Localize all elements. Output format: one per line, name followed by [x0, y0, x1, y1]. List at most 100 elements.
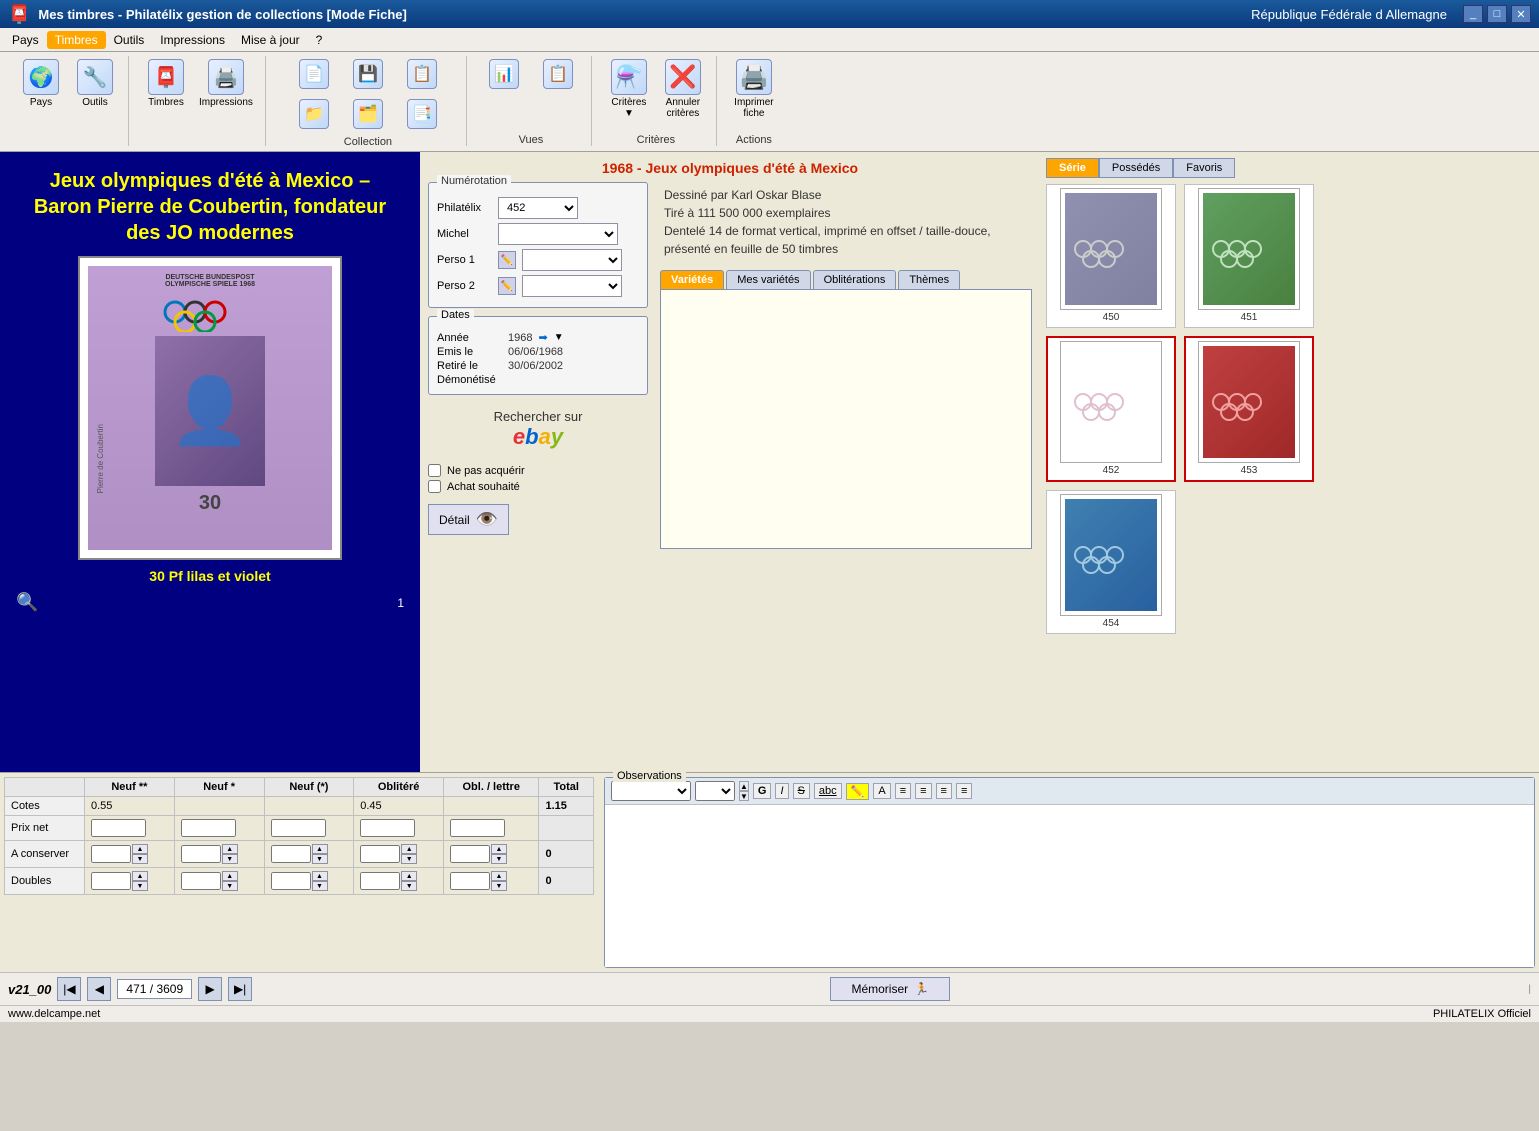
- obs-size-select[interactable]: [695, 781, 735, 801]
- michel-select[interactable]: [498, 223, 618, 245]
- menu-impressions[interactable]: Impressions: [152, 31, 233, 49]
- annee-arrow-icon[interactable]: ➡: [538, 331, 547, 344]
- annee-dropdown-icon[interactable]: ▼: [554, 332, 564, 343]
- aconserver-oblitere-up[interactable]: ▲: [401, 844, 417, 854]
- stamp-thumb-453[interactable]: 453: [1184, 336, 1314, 482]
- perso2-edit-button[interactable]: ✏️: [498, 277, 516, 295]
- nav-prev-button[interactable]: ◀: [87, 977, 111, 1001]
- doubles-oblitere-input[interactable]: [360, 872, 400, 890]
- zoom-icon[interactable]: 🔍: [16, 592, 38, 613]
- toolbar-outils-button[interactable]: 🔧 Outils: [70, 56, 120, 111]
- obs-strikethrough-btn[interactable]: S: [793, 783, 810, 799]
- achat-souhaite-checkbox[interactable]: [428, 480, 441, 493]
- aconserver-neuf1-input[interactable]: [181, 845, 221, 863]
- aconserver-neuf2-input[interactable]: [91, 845, 131, 863]
- doubles-oblitere-up[interactable]: ▲: [401, 871, 417, 881]
- stamp-thumb-450[interactable]: 450: [1046, 184, 1176, 328]
- aconserver-obl-up[interactable]: ▲: [491, 844, 507, 854]
- aconserver-neuf1-down[interactable]: ▼: [222, 854, 238, 864]
- doubles-neufp-down[interactable]: ▼: [312, 881, 328, 891]
- toolbar-imprimer-button[interactable]: 🖨️ Imprimerfiche: [729, 56, 779, 122]
- perso1-edit-button[interactable]: ✏️: [498, 251, 516, 269]
- doubles-obl-down[interactable]: ▼: [491, 881, 507, 891]
- stamp-thumb-451[interactable]: 451: [1184, 184, 1314, 328]
- philatelix-select[interactable]: 452: [498, 197, 578, 219]
- nav-last-button[interactable]: ▶|: [228, 977, 252, 1001]
- obs-justify-btn[interactable]: ≡: [956, 783, 972, 799]
- aconserver-neufp-up[interactable]: ▲: [312, 844, 328, 854]
- toolbar-collection-btn1[interactable]: 📄: [289, 56, 339, 92]
- perso1-select[interactable]: [522, 249, 622, 271]
- obs-align-center-btn[interactable]: ≡: [915, 783, 931, 799]
- memorize-button[interactable]: Mémoriser 🏃: [830, 977, 950, 1001]
- obs-content-area[interactable]: [605, 805, 1534, 967]
- toolbar-collection-btn3[interactable]: 📋: [397, 56, 447, 92]
- aconserver-neufp-input[interactable]: [271, 845, 311, 863]
- tab-varietes[interactable]: Variétés: [660, 270, 724, 289]
- toolbar-collection-btn5[interactable]: 🗂️: [343, 96, 393, 132]
- obs-color-btn[interactable]: A: [873, 783, 890, 799]
- doubles-neufp-up[interactable]: ▲: [312, 871, 328, 881]
- ne-pas-acquerir-checkbox[interactable]: [428, 464, 441, 477]
- toolbar-vues-btn2[interactable]: 📋: [533, 56, 583, 92]
- ebay-logo[interactable]: ebay: [434, 424, 642, 450]
- doubles-neuf1-up[interactable]: ▲: [222, 871, 238, 881]
- menu-pays[interactable]: Pays: [4, 31, 47, 49]
- menu-outils[interactable]: Outils: [106, 31, 153, 49]
- aconserver-oblitere-down[interactable]: ▼: [401, 854, 417, 864]
- series-tab-favoris[interactable]: Favoris: [1173, 158, 1235, 178]
- prixnet-neuf2-input[interactable]: [91, 819, 146, 837]
- obs-font-select[interactable]: [611, 781, 691, 801]
- doubles-neuf2-up[interactable]: ▲: [132, 871, 148, 881]
- toolbar-annuler-criteres-button[interactable]: ❌ Annulercritères: [658, 56, 708, 122]
- aconserver-neuf2-down[interactable]: ▼: [132, 854, 148, 864]
- close-button[interactable]: ✕: [1511, 5, 1531, 23]
- doubles-neuf1-down[interactable]: ▼: [222, 881, 238, 891]
- toolbar-impressions-button[interactable]: 🖨️ Impressions: [195, 56, 257, 111]
- obs-highlight-btn[interactable]: ✏️: [846, 783, 870, 800]
- obs-align-right-btn[interactable]: ≡: [936, 783, 952, 799]
- prixnet-oblitere-input[interactable]: [360, 819, 415, 837]
- toolbar-criteres-button[interactable]: ⚗️ Critères▼: [604, 56, 654, 122]
- tab-obliterations[interactable]: Oblitérations: [813, 270, 897, 289]
- series-tab-serie[interactable]: Série: [1046, 158, 1099, 178]
- toolbar-timbres-button[interactable]: 📮 Timbres: [141, 56, 191, 111]
- aconserver-oblitere-input[interactable]: [360, 845, 400, 863]
- prixnet-neuf1-input[interactable]: [181, 819, 236, 837]
- maximize-button[interactable]: □: [1487, 5, 1507, 23]
- detail-button[interactable]: Détail 👁️: [428, 504, 509, 535]
- doubles-neuf2-down[interactable]: ▼: [132, 881, 148, 891]
- obs-size-up[interactable]: ▲: [739, 781, 749, 791]
- tab-themes[interactable]: Thèmes: [898, 270, 960, 289]
- minimize-button[interactable]: _: [1463, 5, 1483, 23]
- menu-help[interactable]: ?: [308, 31, 331, 49]
- stamp-thumb-452[interactable]: 452: [1046, 336, 1176, 482]
- nav-position[interactable]: 471 / 3609: [117, 979, 192, 999]
- aconserver-obl-lettre-input[interactable]: [450, 845, 490, 863]
- toolbar-collection-btn6[interactable]: 📑: [397, 96, 447, 132]
- toolbar-collection-btn4[interactable]: 📁: [289, 96, 339, 132]
- obs-bold-btn[interactable]: G: [753, 783, 772, 799]
- aconserver-obl-down[interactable]: ▼: [491, 854, 507, 864]
- series-tab-possedes[interactable]: Possédés: [1099, 158, 1173, 178]
- menu-miseajour[interactable]: Mise à jour: [233, 31, 308, 49]
- doubles-obl-lettre-input[interactable]: [450, 872, 490, 890]
- aconserver-neufp-down[interactable]: ▼: [312, 854, 328, 864]
- doubles-oblitere-down[interactable]: ▼: [401, 881, 417, 891]
- obs-underline-btn[interactable]: abc: [814, 783, 842, 799]
- toolbar-collection-btn2[interactable]: 💾: [343, 56, 393, 92]
- nav-next-button[interactable]: ▶: [198, 977, 222, 1001]
- toolbar-pays-button[interactable]: 🌍 Pays: [16, 56, 66, 111]
- doubles-neuf1-input[interactable]: [181, 872, 221, 890]
- menu-timbres[interactable]: Timbres: [47, 31, 106, 49]
- stamp-thumb-454[interactable]: 454: [1046, 490, 1176, 634]
- toolbar-vues-btn1[interactable]: 📊: [479, 56, 529, 92]
- aconserver-neuf1-up[interactable]: ▲: [222, 844, 238, 854]
- nav-first-button[interactable]: |◀: [57, 977, 81, 1001]
- tab-mes-varietes[interactable]: Mes variétés: [726, 270, 810, 289]
- perso2-select[interactable]: [522, 275, 622, 297]
- doubles-neuf2-input[interactable]: [91, 872, 131, 890]
- aconserver-neuf2-up[interactable]: ▲: [132, 844, 148, 854]
- obs-size-down[interactable]: ▼: [739, 791, 749, 801]
- prixnet-obl-lettre-input[interactable]: [450, 819, 505, 837]
